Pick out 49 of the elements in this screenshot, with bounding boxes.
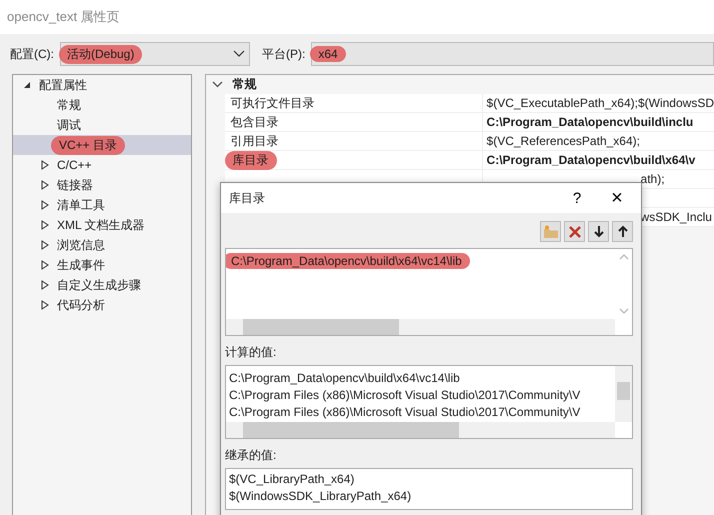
inherited-value: $(VC_LibraryPath_x64) bbox=[229, 470, 356, 487]
config-dropdown[interactable]: 活动(Debug) bbox=[60, 42, 250, 66]
tree-item[interactable]: 代码分析 bbox=[13, 295, 191, 315]
delete-button[interactable] bbox=[564, 221, 585, 242]
tree-item[interactable]: XML 文档生成器 bbox=[13, 215, 191, 235]
property-value[interactable]: C:\Program_Data\opencv\build\x64\v bbox=[482, 151, 714, 170]
computed-value: C:\Program Files (x86)\Microsoft Visual Studio\2017\Community\V bbox=[229, 404, 582, 420]
tree-item[interactable]: VC++ 目录 bbox=[13, 135, 191, 155]
tree-item[interactable]: 清单工具 bbox=[13, 195, 191, 215]
horizontal-scrollbar[interactable] bbox=[226, 319, 615, 335]
property-value[interactable]: $(VC_ExecutablePath_x64);$(WindowsSD bbox=[482, 94, 714, 113]
move-down-button[interactable] bbox=[588, 221, 609, 242]
move-up-button[interactable] bbox=[612, 221, 633, 242]
property-name[interactable]: 可执行文件目录 bbox=[224, 94, 482, 113]
arrow-up-icon bbox=[618, 225, 628, 238]
tree-item[interactable]: 自定义生成步骤 bbox=[13, 275, 191, 295]
chevron-down-icon bbox=[233, 50, 245, 58]
vertical-scrollbar[interactable] bbox=[615, 366, 632, 422]
config-label: 配置(C): bbox=[10, 46, 54, 62]
folder-icon bbox=[542, 224, 558, 238]
expanded-triangle-icon bbox=[23, 81, 31, 89]
tree-item[interactable]: 配置属性 bbox=[13, 75, 191, 95]
close-icon bbox=[568, 224, 582, 238]
inherited-values-label: 继承的值: bbox=[225, 447, 278, 464]
tree-item[interactable]: C/C++ bbox=[13, 155, 191, 175]
platform-label: 平台(P): bbox=[262, 46, 306, 62]
inherited-value: $(WindowsSDK_LibraryPath_x64) bbox=[229, 488, 412, 504]
tree-item[interactable]: 常规 bbox=[13, 95, 191, 115]
computed-value: C:\Program Files (x86)\Microsoft Visual Studio\2017\Community\V bbox=[229, 386, 582, 403]
scroll-down-icon[interactable] bbox=[618, 308, 628, 314]
computed-values-label: 计算的值: bbox=[225, 344, 278, 361]
tree-item[interactable]: 浏览信息 bbox=[13, 235, 191, 255]
arrow-down-icon bbox=[594, 225, 604, 238]
tree-item[interactable]: 生成事件 bbox=[13, 255, 191, 275]
property-name[interactable]: 库目录 bbox=[224, 151, 482, 170]
horizontal-scrollbar[interactable] bbox=[226, 422, 615, 438]
scroll-up-icon[interactable] bbox=[618, 254, 628, 260]
chevron-down-icon[interactable] bbox=[212, 81, 223, 88]
tree-item[interactable]: 调试 bbox=[13, 115, 191, 135]
platform-dropdown[interactable]: x64 bbox=[311, 42, 714, 66]
property-name[interactable]: 包含目录 bbox=[224, 113, 482, 132]
property-name[interactable]: 引用目录 bbox=[224, 132, 482, 151]
window-title: opencv_text 属性页 bbox=[7, 8, 120, 26]
tree-item[interactable]: 链接器 bbox=[13, 175, 191, 195]
computed-value: C:\Program_Data\opencv\build\x64\vc14\lib bbox=[229, 370, 461, 386]
section-header: 常规 bbox=[232, 76, 257, 93]
dialog-title: 库目录 bbox=[229, 190, 265, 206]
property-value[interactable]: $(VC_ReferencesPath_x64); bbox=[482, 132, 714, 151]
property-value[interactable]: C:\Program_Data\opencv\build\inclu bbox=[482, 113, 714, 132]
